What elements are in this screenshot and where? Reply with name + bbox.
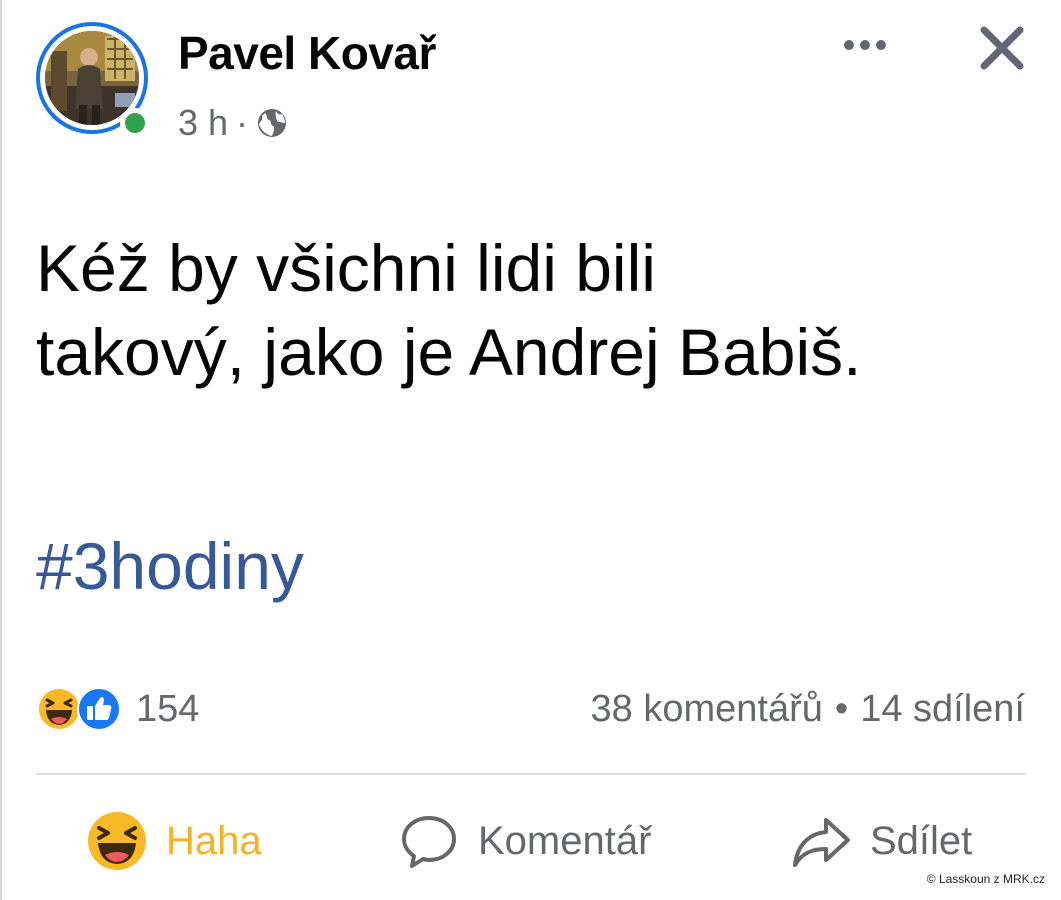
post-meta: 3 h · bbox=[178, 100, 288, 146]
author-name[interactable]: Pavel Kovař bbox=[178, 26, 436, 80]
reactions-summary[interactable]: 154 bbox=[36, 684, 199, 734]
globe-icon bbox=[258, 109, 287, 137]
watermark: © Lasskoun z MRK.cz bbox=[926, 872, 1045, 886]
hashtag-link[interactable]: #3hodiny bbox=[36, 528, 304, 604]
share-button[interactable]: Sdílet bbox=[790, 808, 972, 874]
author-avatar[interactable] bbox=[36, 22, 154, 140]
post-text: Kéž by všichni lidi bili takový, jako je… bbox=[36, 226, 1036, 394]
post-time[interactable]: 3 h bbox=[178, 102, 228, 144]
post-text-line: takový, jako je Andrej Babiš. bbox=[36, 315, 862, 389]
close-icon[interactable] bbox=[976, 22, 1028, 74]
dot-icon bbox=[876, 40, 886, 50]
left-border bbox=[0, 0, 2, 900]
more-options-button[interactable] bbox=[836, 30, 894, 60]
dot-icon bbox=[844, 40, 854, 50]
stats-separator: • bbox=[834, 687, 849, 730]
online-status-dot bbox=[120, 108, 150, 138]
haha-button[interactable]: Haha bbox=[86, 808, 262, 874]
share-label: Sdílet bbox=[870, 818, 973, 863]
comment-button[interactable]: Komentář bbox=[398, 808, 651, 874]
comments-count[interactable]: 38 komentářů bbox=[591, 688, 823, 731]
comment-icon bbox=[402, 816, 456, 868]
post-stats: 38 komentářů • 14 sdílení bbox=[591, 684, 1025, 734]
comment-label: Komentář bbox=[478, 818, 652, 863]
meta-separator: · bbox=[236, 102, 249, 143]
reaction-count: 154 bbox=[136, 687, 200, 730]
divider bbox=[36, 773, 1026, 775]
like-reaction-icon bbox=[77, 687, 121, 731]
shares-count[interactable]: 14 sdílení bbox=[860, 688, 1025, 731]
haha-icon bbox=[88, 812, 146, 870]
share-icon bbox=[793, 818, 850, 867]
dot-icon bbox=[860, 40, 870, 50]
haha-label: Haha bbox=[166, 818, 262, 863]
post-text-line: Kéž by všichni lidi bili bbox=[36, 231, 656, 305]
